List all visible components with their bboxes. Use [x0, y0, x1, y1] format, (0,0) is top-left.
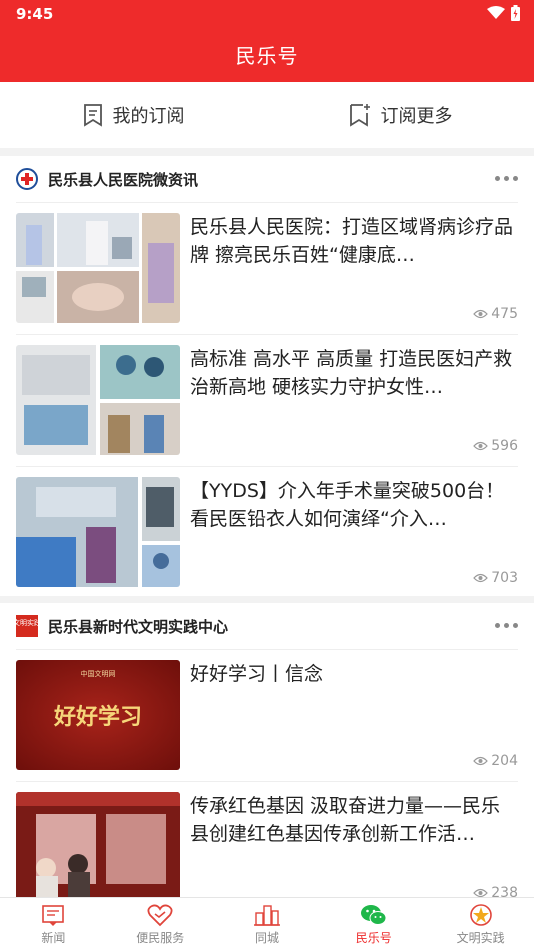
nav-label: 文明实践	[456, 930, 505, 945]
view-count-value: 475	[491, 306, 518, 322]
svg-text:文明实践: 文明实践	[16, 618, 38, 627]
view-count: 475	[473, 306, 518, 322]
article-item[interactable]: 高标准 高水平 高质量 打造民医妇产救治新高地 硬核实力守护女性… 596	[16, 334, 518, 466]
eye-icon	[473, 573, 489, 583]
article-thumbnail: 中国文明网 好好学习	[16, 660, 180, 770]
view-count-value: 204	[491, 753, 518, 769]
article-item[interactable]: 民乐县人民医院：打造区域肾病诊疗品牌 擦亮民乐百姓“健康底… 475	[16, 202, 518, 334]
view-count: 703	[473, 570, 518, 586]
article-item[interactable]: 传承红色基因 汲取奋进力量——民乐县创建红色基因传承创新工作活… 238	[16, 781, 518, 913]
status-bar: 9:45	[0, 0, 534, 28]
view-count-value: 703	[491, 570, 518, 586]
svg-text:中国文明网: 中国文明网	[81, 669, 116, 678]
section-header[interactable]: 民乐县人民医院微资讯	[0, 156, 534, 202]
bottom-nav: 新闻 便民服务 同城 民乐号 文明实践	[0, 897, 534, 950]
view-count: 596	[473, 438, 518, 454]
app: 9:45 民乐号 我的订阅 订阅更多 民乐县人民医院微资讯 民乐县人民医院：打造…	[0, 0, 534, 950]
top-header: 9:45 民乐号	[0, 0, 534, 82]
city-icon	[253, 904, 280, 926]
subscribe-more-button[interactable]: 订阅更多	[267, 82, 534, 148]
article-item[interactable]: 【YYDS】介入年手术量突破500台！看民医铅衣人如何演绎“介入… 703	[16, 466, 518, 598]
my-subscriptions-button[interactable]: 我的订阅	[0, 82, 267, 148]
eye-icon	[473, 756, 489, 766]
eye-icon	[473, 309, 489, 319]
article-thumbnail	[16, 213, 180, 323]
status-time: 9:45	[16, 5, 54, 23]
section-card-civilization: 文明实践 民乐县新时代文明实践中心 中国文明网 好好学习 好好学习丨信念 204	[0, 603, 534, 902]
nav-label: 同城	[254, 930, 279, 945]
section-card-hospital: 民乐县人民医院微资讯 民乐县人民医院：打造区域肾病诊疗品牌 擦亮民乐百姓“健康底…	[0, 156, 534, 596]
nav-minle-account[interactable]: 民乐号	[320, 898, 427, 950]
view-count-value: 596	[491, 438, 518, 454]
civilization-icon	[469, 903, 492, 926]
article-title: 好好学习丨信念	[190, 663, 324, 685]
subscribe-more-label: 订阅更多	[380, 106, 453, 127]
page-title: 民乐号	[235, 44, 299, 68]
my-subscriptions-label: 我的订阅	[112, 106, 185, 127]
wifi-icon	[487, 6, 505, 19]
nav-label: 新闻	[41, 930, 66, 945]
article-title: 民乐县人民医院：打造区域肾病诊疗品牌 擦亮民乐百姓“健康底…	[190, 216, 514, 266]
view-count: 204	[473, 753, 518, 769]
article-title: 【YYDS】介入年手术量突破500台！看民医铅衣人如何演绎“介入…	[190, 480, 505, 530]
article-title: 高标准 高水平 高质量 打造民医妇产救治新高地 硬核实力守护女性…	[190, 348, 513, 398]
civilization-logo-icon: 文明实践	[16, 615, 38, 637]
section-name: 民乐县新时代文明实践中心	[48, 617, 229, 636]
article-thumbnail	[16, 792, 180, 902]
nav-city[interactable]: 同城	[214, 898, 321, 950]
subscription-bar: 我的订阅 订阅更多	[0, 82, 534, 148]
hospital-logo-icon	[16, 168, 38, 190]
bookmark-add-icon	[349, 104, 370, 127]
more-options-icon[interactable]	[495, 623, 518, 628]
battery-icon	[511, 5, 520, 21]
article-title: 传承红色基因 汲取奋进力量——民乐县创建红色基因传承创新工作活…	[190, 795, 501, 845]
heart-handshake-icon	[147, 904, 173, 926]
eye-icon	[473, 441, 489, 451]
section-name: 民乐县人民医院微资讯	[48, 170, 199, 189]
nav-civilization[interactable]: 文明实践	[427, 898, 534, 950]
nav-label: 便民服务	[136, 930, 185, 945]
article-thumbnail	[16, 345, 180, 455]
news-icon	[42, 904, 65, 926]
article-thumbnail	[16, 477, 180, 587]
svg-text:好好学习: 好好学习	[53, 704, 142, 730]
article-item[interactable]: 中国文明网 好好学习 好好学习丨信念 204	[16, 649, 518, 781]
section-header[interactable]: 文明实践 民乐县新时代文明实践中心	[0, 603, 534, 649]
wechat-icon	[360, 904, 387, 925]
nav-services[interactable]: 便民服务	[107, 898, 214, 950]
more-options-icon[interactable]	[495, 176, 518, 181]
nav-news[interactable]: 新闻	[0, 898, 107, 950]
status-icons	[487, 5, 520, 21]
bookmark-list-icon	[83, 104, 102, 127]
nav-label: 民乐号	[355, 930, 392, 945]
